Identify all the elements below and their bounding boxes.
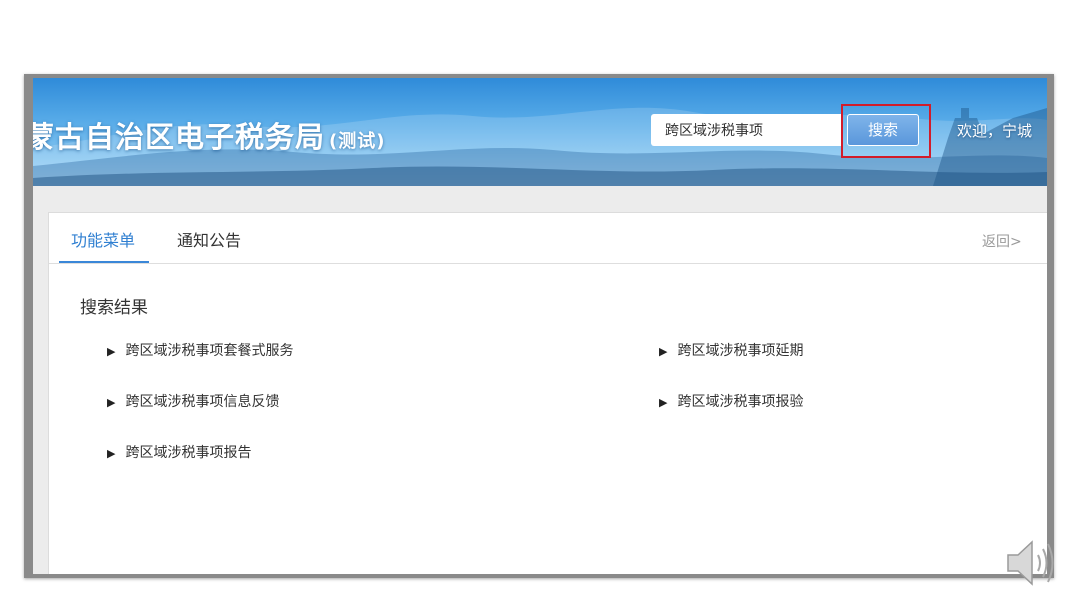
result-item-label: 跨区域涉税事项报验 <box>677 394 804 410</box>
header-banner: 蒙古自治区电子税务局(测试) 搜索 欢迎，宁城 <box>33 78 1047 186</box>
result-item-inspection[interactable]: ▶ 跨区域涉税事项报验 <box>659 391 803 411</box>
tab-notices[interactable]: 通知公告 <box>177 227 241 251</box>
site-title: 蒙古自治区电子税务局 (测试) <box>33 114 385 156</box>
tab-bar: 功能菜单 通知公告 返回> <box>49 213 1047 264</box>
result-item-label: 跨区域涉税事项套餐式服务 <box>125 343 294 359</box>
welcome-text: 欢迎，宁城 <box>957 122 1033 140</box>
result-item-label: 跨区域涉税事项延期 <box>677 343 804 359</box>
triangle-right-icon: ▶ <box>659 345 668 358</box>
main-panel: 功能菜单 通知公告 返回> 搜索结果 ▶ 跨区域涉税事项套餐式服务 ▶ 跨区域涉税事… <box>48 212 1047 574</box>
result-item-feedback[interactable]: ▶ 跨区域涉税事项信息反馈 <box>107 391 279 411</box>
result-item-label: 跨区域涉税事项信息反馈 <box>125 394 280 410</box>
triangle-right-icon: ▶ <box>107 447 116 460</box>
active-tab-indicator <box>59 261 149 263</box>
triangle-right-icon: ▶ <box>107 345 116 358</box>
search-button[interactable]: 搜索 <box>847 114 919 146</box>
triangle-right-icon: ▶ <box>107 396 116 409</box>
search-input[interactable] <box>651 114 841 146</box>
speaker-icon[interactable] <box>1004 536 1060 590</box>
browser-content: 蒙古自治区电子税务局(测试) 搜索 欢迎，宁城 功能菜单 通知公告 返回> 搜索… <box>33 78 1047 574</box>
search-results-title: 搜索结果 <box>80 298 148 318</box>
tab-function-menu[interactable]: 功能菜单 <box>71 227 135 251</box>
screenshot-frame: 蒙古自治区电子税务局(测试) 搜索 欢迎，宁城 功能菜单 通知公告 返回> 搜索… <box>24 74 1054 578</box>
triangle-right-icon: ▶ <box>659 396 668 409</box>
site-title-text: 蒙古自治区电子税务局 <box>33 120 326 154</box>
result-item-package-service[interactable]: ▶ 跨区域涉税事项套餐式服务 <box>107 340 293 360</box>
result-item-extension[interactable]: ▶ 跨区域涉税事项延期 <box>659 340 803 360</box>
back-link[interactable]: 返回> <box>982 231 1022 251</box>
site-subtitle: (测试) <box>329 131 386 152</box>
result-item-report[interactable]: ▶ 跨区域涉税事项报告 <box>107 442 251 462</box>
result-item-label: 跨区域涉税事项报告 <box>125 445 252 461</box>
